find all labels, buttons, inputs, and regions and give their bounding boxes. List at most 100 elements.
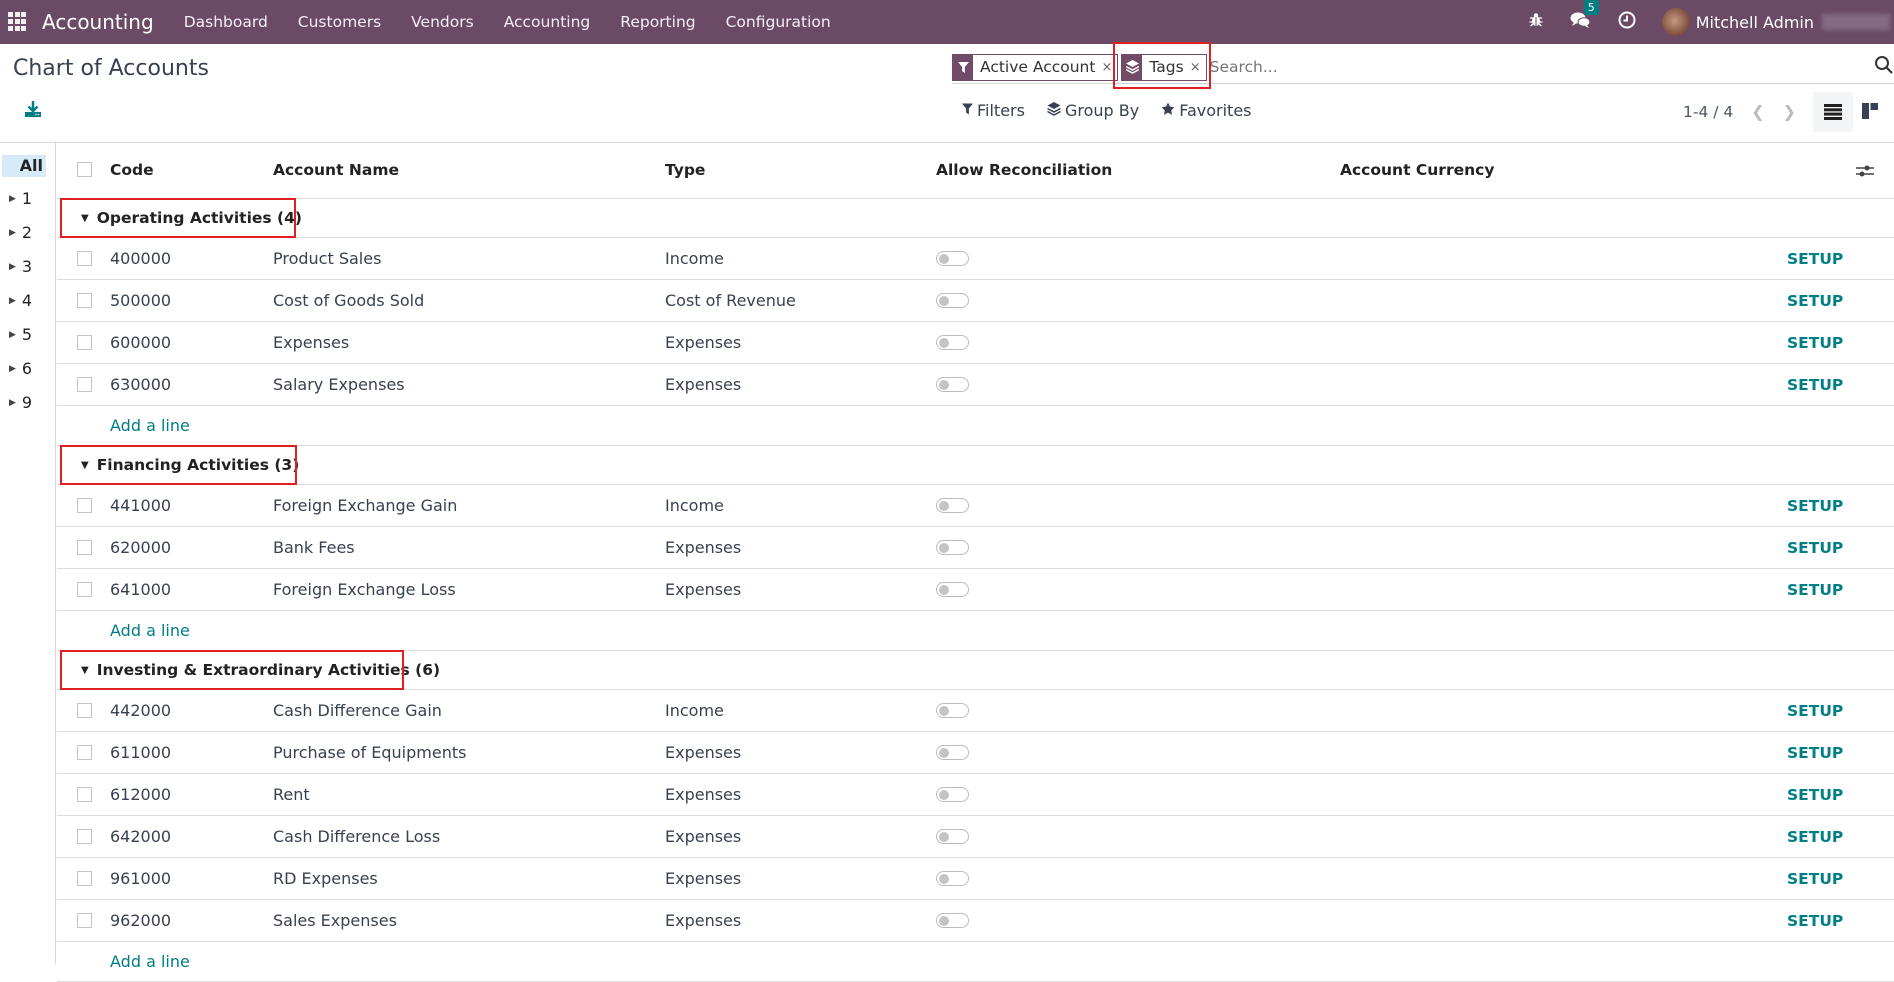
row-checkbox[interactable] [77,913,92,928]
reconcile-toggle[interactable] [936,745,969,760]
side-item-5[interactable]: ▶ 5 [9,325,32,344]
side-item-all[interactable]: All [2,155,46,177]
setup-button[interactable]: SETUP [1787,870,1843,888]
side-item-2[interactable]: ▶ 2 [9,223,32,242]
side-item-6[interactable]: ▶ 6 [9,359,32,378]
add-line-link[interactable]: Add a line [110,621,190,640]
messages-icon[interactable]: 5 [1570,0,1599,34]
group-row[interactable]: ▼ Financing Activities (3) [57,445,1894,485]
setup-button[interactable]: SETUP [1787,702,1843,720]
menu-configuration[interactable]: Configuration [726,13,831,31]
setup-button[interactable]: SETUP [1787,539,1843,557]
row-checkbox[interactable] [77,787,92,802]
table-row[interactable]: 500000 Cost of Goods Sold Cost of Revenue S… [57,280,1894,322]
reconcile-toggle[interactable] [936,871,969,886]
app-grid-icon[interactable] [8,12,28,32]
list-view-button[interactable] [1813,92,1853,132]
reconcile-toggle[interactable] [936,829,969,844]
reconcile-toggle[interactable] [936,251,969,266]
debug-bug-icon[interactable] [1528,12,1544,33]
setup-button[interactable]: SETUP [1787,497,1843,515]
table-row[interactable]: 962000 Sales Expenses Expenses SETUP [57,900,1894,942]
column-account-currency[interactable]: Account Currency [1340,161,1494,179]
search-icon[interactable] [1874,55,1894,77]
reconcile-toggle[interactable] [936,913,969,928]
reconcile-toggle[interactable] [936,377,969,392]
menu-accounting[interactable]: Accounting [504,13,591,31]
table-row[interactable]: 642000 Cash Difference Loss Expenses SETUP [57,816,1894,858]
table-row[interactable]: 641000 Foreign Exchange Loss Expenses SETUP [57,569,1894,611]
reconcile-toggle[interactable] [936,787,969,802]
menu-vendors[interactable]: Vendors [411,13,474,31]
activity-clock-icon[interactable] [1618,11,1636,34]
setup-button[interactable]: SETUP [1787,786,1843,804]
table-row[interactable]: 441000 Foreign Exchange Gain Income SETUP [57,485,1894,527]
setup-button[interactable]: SETUP [1787,334,1843,352]
group-header[interactable]: ▼ Operating Activities (4) [81,209,302,227]
download-icon[interactable] [24,100,42,118]
setup-button[interactable]: SETUP [1787,376,1843,394]
add-line-link[interactable]: Add a line [110,952,190,971]
row-checkbox[interactable] [77,251,92,266]
column-code[interactable]: Code [110,161,154,179]
setup-button[interactable]: SETUP [1787,292,1843,310]
table-row[interactable]: 600000 Expenses Expenses SETUP [57,322,1894,364]
row-checkbox[interactable] [77,498,92,513]
filters-button[interactable]: Filters [962,101,1025,120]
group-header[interactable]: ▼ Investing & Extraordinary Activities (6… [81,661,440,679]
reconcile-toggle[interactable] [936,335,969,350]
row-checkbox[interactable] [77,582,92,597]
menu-reporting[interactable]: Reporting [620,13,695,31]
table-row[interactable]: 961000 RD Expenses Expenses SETUP [57,858,1894,900]
favorites-button[interactable]: Favorites [1161,101,1252,120]
user-name[interactable]: Mitchell Admin [1696,13,1814,32]
pager-previous-icon[interactable]: ❮ [1751,102,1764,121]
pager-next-icon[interactable]: ❯ [1783,102,1796,121]
facet-active-account[interactable]: Active Account × [952,53,1119,81]
column-allow-reconciliation[interactable]: Allow Reconciliation [936,161,1112,179]
table-row[interactable]: 611000 Purchase of Equipments Expenses SETU… [57,732,1894,774]
row-checkbox[interactable] [77,377,92,392]
reconcile-toggle[interactable] [936,582,969,597]
group-row[interactable]: ▼ Investing & Extraordinary Activities (6… [57,650,1894,690]
search-input[interactable] [1209,58,1894,76]
table-row[interactable]: 442000 Cash Difference Gain Income SETUP [57,690,1894,732]
group-by-button[interactable]: Group By [1047,101,1139,120]
setup-button[interactable]: SETUP [1787,581,1843,599]
app-name[interactable]: Accounting [42,10,154,34]
row-checkbox[interactable] [77,703,92,718]
group-row[interactable]: ▼ Operating Activities (4) [57,198,1894,238]
facet-tags[interactable]: Tags × [1121,53,1207,81]
setup-button[interactable]: SETUP [1787,250,1843,268]
setup-button[interactable]: SETUP [1787,828,1843,846]
table-row[interactable]: 400000 Product Sales Income SETUP [57,238,1894,280]
select-all-checkbox[interactable] [77,162,92,177]
table-row[interactable]: 620000 Bank Fees Expenses SETUP [57,527,1894,569]
kanban-view-button[interactable] [1862,103,1878,119]
side-item-3[interactable]: ▶ 3 [9,257,32,276]
optional-columns-icon[interactable] [1856,163,1874,179]
table-row[interactable]: 630000 Salary Expenses Expenses SETUP [57,364,1894,406]
facet-remove-icon[interactable]: × [1101,60,1117,75]
row-checkbox[interactable] [77,335,92,350]
reconcile-toggle[interactable] [936,498,969,513]
pager-value[interactable]: 1-4 / 4 [1683,103,1733,121]
side-item-9[interactable]: ▶ 9 [9,393,32,412]
setup-button[interactable]: SETUP [1787,912,1843,930]
facet-remove-icon[interactable]: × [1190,60,1206,75]
reconcile-toggle[interactable] [936,703,969,718]
setup-button[interactable]: SETUP [1787,744,1843,762]
row-checkbox[interactable] [77,293,92,308]
side-item-4[interactable]: ▶ 4 [9,291,32,310]
user-avatar[interactable] [1661,8,1690,36]
menu-dashboard[interactable]: Dashboard [184,13,268,31]
reconcile-toggle[interactable] [936,293,969,308]
row-checkbox[interactable] [77,540,92,555]
row-checkbox[interactable] [77,829,92,844]
table-row[interactable]: 612000 Rent Expenses SETUP [57,774,1894,816]
menu-customers[interactable]: Customers [298,13,381,31]
add-line-link[interactable]: Add a line [110,416,190,435]
row-checkbox[interactable] [77,871,92,886]
group-header[interactable]: ▼ Financing Activities (3) [81,456,299,474]
reconcile-toggle[interactable] [936,540,969,555]
